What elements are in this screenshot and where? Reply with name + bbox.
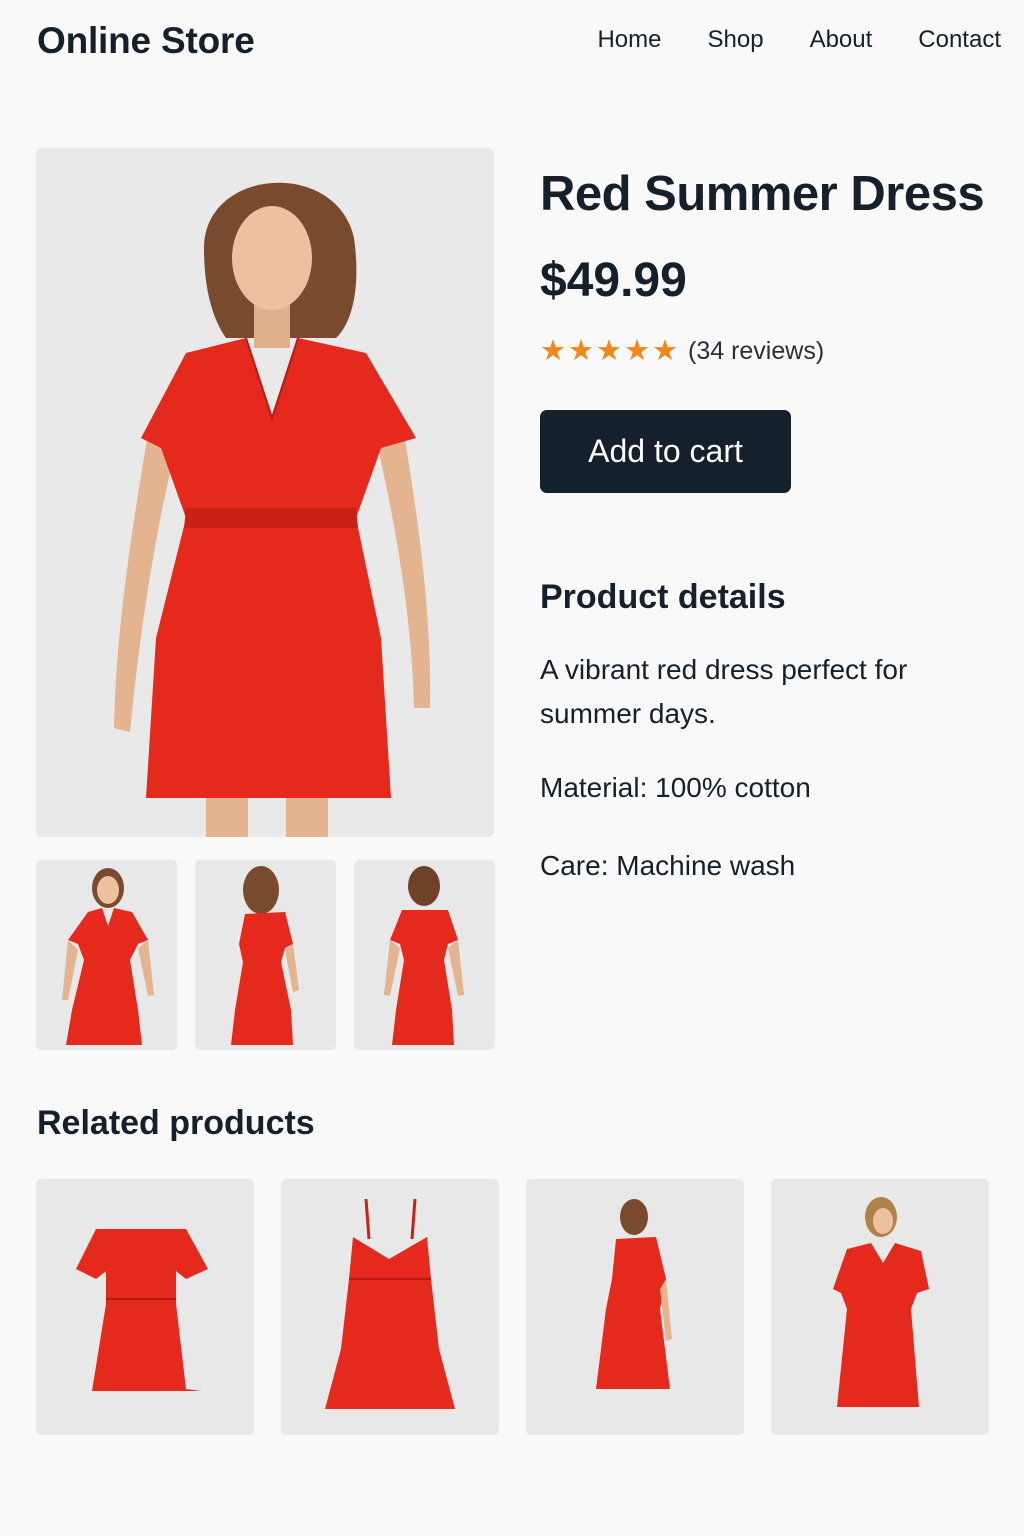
related-product-card[interactable]	[771, 1179, 989, 1435]
related-products-grid	[36, 1179, 989, 1435]
add-to-cart-button[interactable]: Add to cart	[540, 410, 791, 493]
product-title: Red Summer Dress	[540, 167, 985, 221]
star-icon: ★	[652, 335, 678, 367]
star-icon: ★	[624, 335, 650, 367]
star-icon: ★	[540, 335, 566, 367]
product-details-heading: Product details	[540, 578, 786, 616]
nav-home[interactable]: Home	[597, 26, 661, 54]
star-icon: ★	[596, 335, 622, 367]
product-description: A vibrant red dress perfect for summer d…	[540, 654, 908, 729]
review-count[interactable]: (34 reviews)	[688, 337, 824, 366]
thumbnail-front[interactable]	[36, 860, 177, 1050]
related-products-heading: Related products	[37, 1104, 315, 1142]
product-rating: ★ ★ ★ ★ ★ (34 reviews)	[540, 336, 824, 366]
star-icon: ★	[568, 335, 594, 367]
related-product-card[interactable]	[281, 1179, 499, 1435]
thumbnail-side[interactable]	[195, 860, 336, 1050]
nav-shop[interactable]: Shop	[708, 26, 764, 54]
main-product-image[interactable]	[36, 148, 494, 837]
product-care: Care: Machine wash	[540, 850, 796, 881]
related-product-card[interactable]	[36, 1179, 254, 1435]
store-logo[interactable]: Online Store	[37, 20, 255, 62]
rating-stars[interactable]: ★ ★ ★ ★ ★	[540, 336, 678, 366]
product-material: Material: 100% cotton	[540, 772, 811, 803]
main-nav: Home Shop About Contact	[597, 26, 1001, 54]
nav-about[interactable]: About	[810, 26, 873, 54]
thumbnail-gallery	[36, 860, 495, 1050]
thumbnail-back[interactable]	[354, 860, 495, 1050]
nav-contact[interactable]: Contact	[918, 26, 1001, 54]
product-price: $49.99	[540, 254, 687, 307]
related-product-card[interactable]	[526, 1179, 744, 1435]
